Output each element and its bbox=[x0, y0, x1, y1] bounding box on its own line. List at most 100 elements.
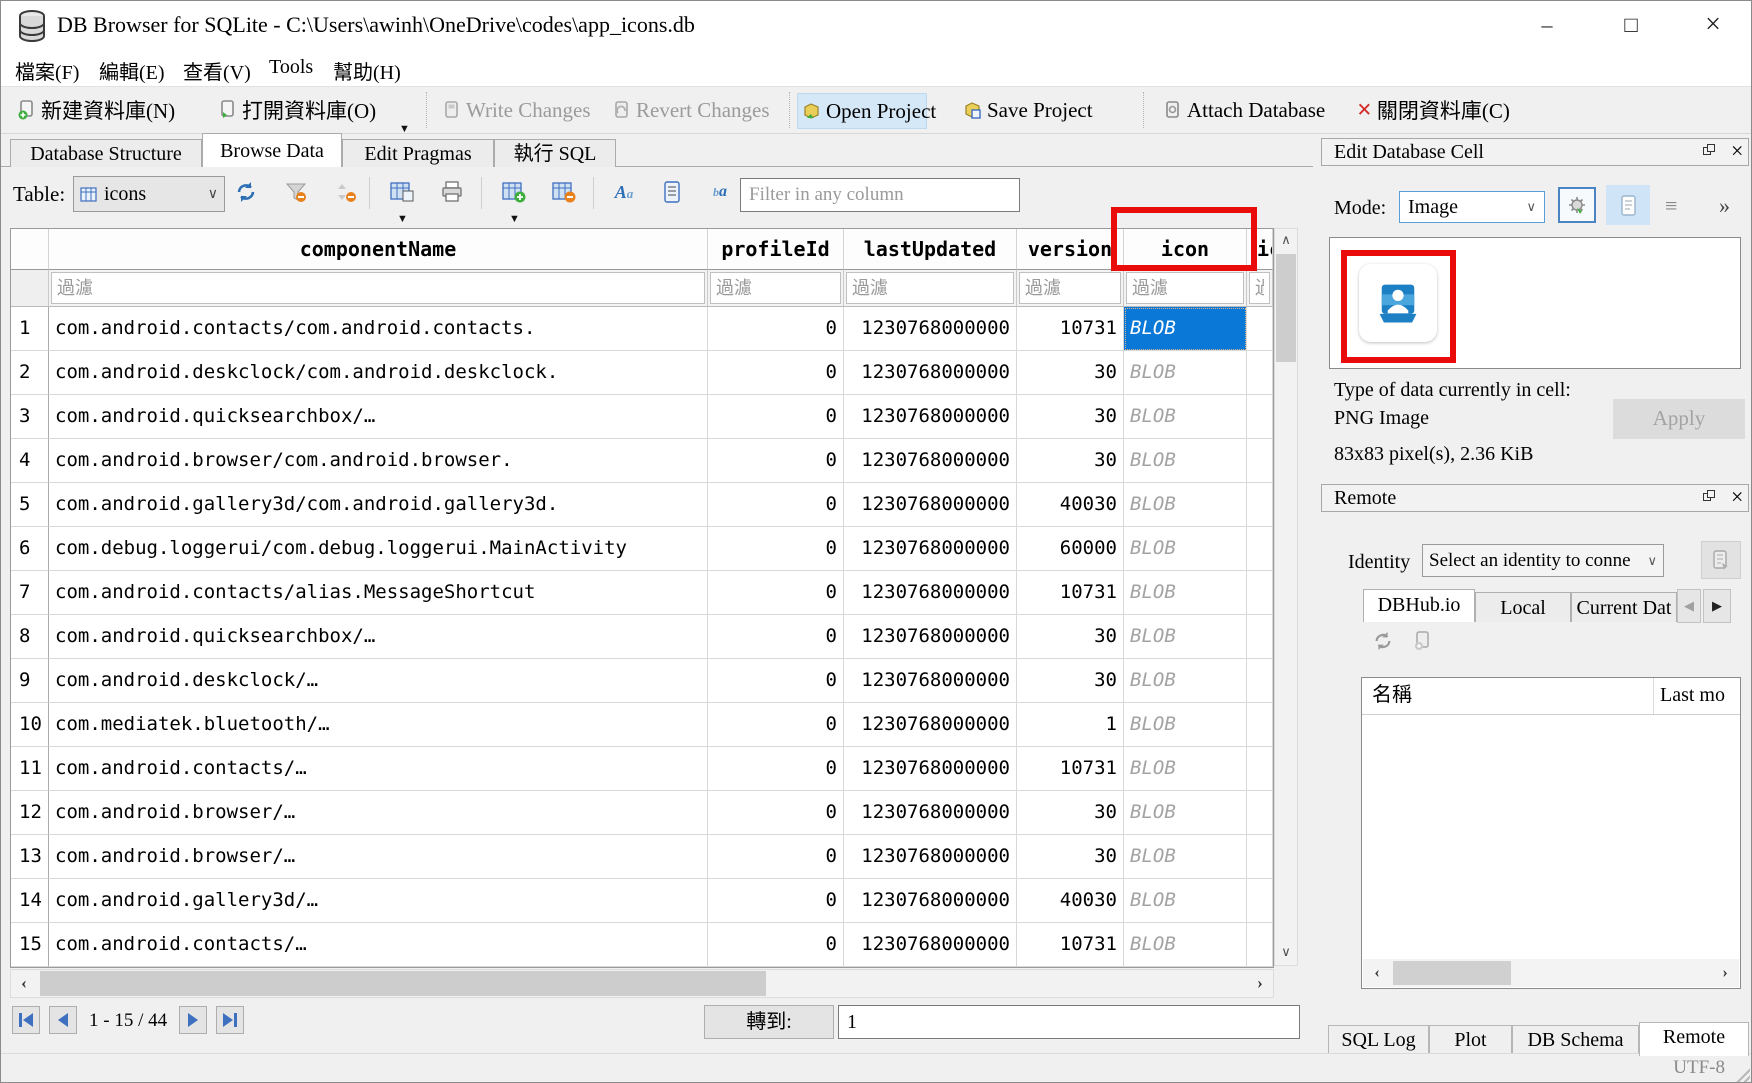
cell-profileId[interactable]: 0 bbox=[708, 527, 844, 571]
cell-profileId[interactable]: 0 bbox=[708, 923, 844, 967]
cell-profileId[interactable]: 0 bbox=[708, 835, 844, 879]
filter-profileId[interactable] bbox=[710, 272, 841, 304]
cell-lastUpdated[interactable]: 1230768000000 bbox=[844, 527, 1017, 571]
cell-profileId[interactable]: 0 bbox=[708, 659, 844, 703]
cell-icon[interactable]: BLOB bbox=[1124, 351, 1247, 395]
save-table-dropdown-icon[interactable]: ▼ bbox=[397, 213, 408, 225]
row-number[interactable]: 13 bbox=[11, 835, 49, 879]
cell-version[interactable]: 30 bbox=[1017, 395, 1124, 439]
scroll-left-icon[interactable]: ‹ bbox=[1365, 960, 1389, 986]
identity-cert-button[interactable] bbox=[1701, 541, 1741, 579]
cell-lastUpdated[interactable]: 1230768000000 bbox=[844, 483, 1017, 527]
cell-componentName[interactable]: com.android.contacts/… bbox=[49, 923, 708, 967]
goto-button[interactable]: 轉到: bbox=[704, 1005, 834, 1039]
scroll-left-icon[interactable]: ‹ bbox=[11, 970, 37, 997]
dock-tab-remote[interactable]: Remote bbox=[1639, 1022, 1749, 1056]
cell-profileId[interactable]: 0 bbox=[708, 791, 844, 835]
cell-ic-partial[interactable] bbox=[1247, 527, 1273, 571]
maximize-icon[interactable]: □ bbox=[1599, 1, 1663, 51]
row-number[interactable]: 14 bbox=[11, 879, 49, 923]
cell-componentName[interactable]: com.android.contacts/alias.MessageShortc… bbox=[49, 571, 708, 615]
cell-profileId[interactable]: 0 bbox=[708, 439, 844, 483]
word-wrap-icon[interactable]: ≡ bbox=[1665, 193, 1675, 219]
table-select[interactable]: icons ∨ bbox=[73, 176, 225, 212]
mode-select[interactable]: Image ∨ bbox=[1399, 191, 1545, 223]
scroll-right-icon[interactable]: › bbox=[1247, 970, 1273, 997]
cell-version[interactable]: 10731 bbox=[1017, 923, 1124, 967]
cell-profileId[interactable]: 0 bbox=[708, 571, 844, 615]
row-number[interactable]: 12 bbox=[11, 791, 49, 835]
header-lastUpdated[interactable]: lastUpdated bbox=[844, 229, 1017, 270]
cell-ic-partial[interactable] bbox=[1247, 307, 1273, 351]
remote-clone-db-icon[interactable] bbox=[1413, 631, 1433, 651]
cell-lastUpdated[interactable]: 1230768000000 bbox=[844, 307, 1017, 351]
filter-componentName[interactable] bbox=[51, 272, 705, 304]
cell-ic-partial[interactable] bbox=[1247, 351, 1273, 395]
remote-list-scrollbar-thumb[interactable] bbox=[1393, 961, 1511, 985]
filter-any-column-input[interactable] bbox=[740, 178, 1020, 212]
cell-ic-partial[interactable] bbox=[1247, 395, 1273, 439]
cell-profileId[interactable]: 0 bbox=[708, 483, 844, 527]
float-panel-icon[interactable] bbox=[1703, 489, 1715, 507]
horizontal-scrollbar-thumb[interactable] bbox=[40, 971, 766, 996]
cell-componentName[interactable]: com.android.deskclock/… bbox=[49, 659, 708, 703]
cell-lastUpdated[interactable]: 1230768000000 bbox=[844, 791, 1017, 835]
identity-select[interactable]: Select an identity to conne ∨ bbox=[1422, 544, 1664, 577]
cell-ic-partial[interactable] bbox=[1247, 483, 1273, 527]
open-database-button[interactable]: 打開資料庫(O) bbox=[214, 93, 380, 127]
cell-version[interactable]: 10731 bbox=[1017, 307, 1124, 351]
cell-icon[interactable]: BLOB bbox=[1124, 615, 1247, 659]
cell-icon[interactable]: BLOB bbox=[1124, 923, 1247, 967]
cell-version[interactable]: 10731 bbox=[1017, 747, 1124, 791]
remote-list-scrollbar[interactable]: ‹ › bbox=[1363, 959, 1739, 987]
cell-icon[interactable]: BLOB bbox=[1124, 703, 1247, 747]
cell-lastUpdated[interactable]: 1230768000000 bbox=[844, 703, 1017, 747]
prev-page-button[interactable] bbox=[49, 1006, 77, 1034]
cell-version[interactable]: 1 bbox=[1017, 703, 1124, 747]
row-number[interactable]: 8 bbox=[11, 615, 49, 659]
save-table-icon[interactable] bbox=[389, 179, 415, 205]
sort-az-icon[interactable]: Aa bbox=[611, 179, 637, 205]
cell-lastUpdated[interactable]: 1230768000000 bbox=[844, 659, 1017, 703]
cell-profileId[interactable]: 0 bbox=[708, 747, 844, 791]
row-number[interactable]: 1 bbox=[11, 307, 49, 351]
cell-componentName[interactable]: com.android.quicksearchbox/… bbox=[49, 395, 708, 439]
cell-ic-partial[interactable] bbox=[1247, 659, 1273, 703]
cell-lastUpdated[interactable]: 1230768000000 bbox=[844, 923, 1017, 967]
menu-edit[interactable]: 編輯(E) bbox=[93, 54, 171, 87]
vertical-scrollbar-thumb[interactable] bbox=[1276, 254, 1296, 362]
row-number[interactable]: 3 bbox=[11, 395, 49, 439]
refresh-icon[interactable] bbox=[233, 179, 259, 205]
remote-tab-local[interactable]: Local bbox=[1475, 592, 1571, 622]
revert-changes-button[interactable]: Revert Changes bbox=[608, 93, 774, 127]
row-number[interactable]: 10 bbox=[11, 703, 49, 747]
cell-version[interactable]: 30 bbox=[1017, 615, 1124, 659]
filter-version[interactable] bbox=[1019, 272, 1121, 304]
first-page-button[interactable] bbox=[12, 1006, 40, 1034]
cell-icon[interactable]: BLOB bbox=[1124, 879, 1247, 923]
text-mode-button[interactable] bbox=[1606, 185, 1650, 225]
cell-ic-partial[interactable] bbox=[1247, 571, 1273, 615]
menu-help[interactable]: 幫助(H) bbox=[327, 54, 407, 87]
filter-ic-partial[interactable] bbox=[1249, 272, 1270, 304]
horizontal-scrollbar[interactable]: ‹ › bbox=[10, 969, 1274, 998]
cell-version[interactable]: 30 bbox=[1017, 791, 1124, 835]
cell-componentName[interactable]: com.debug.loggerui/com.debug.loggerui.Ma… bbox=[49, 527, 708, 571]
tab-edit-pragmas[interactable]: Edit Pragmas bbox=[342, 139, 494, 167]
cell-lastUpdated[interactable]: 1230768000000 bbox=[844, 571, 1017, 615]
cell-ic-partial[interactable] bbox=[1247, 923, 1273, 967]
remote-list-header-lastmodified[interactable]: Last mo bbox=[1654, 678, 1740, 714]
cell-icon[interactable]: BLOB bbox=[1124, 659, 1247, 703]
encoding-status[interactable]: UTF-8 bbox=[1673, 1057, 1725, 1079]
cell-ic-partial[interactable] bbox=[1247, 439, 1273, 483]
row-number[interactable]: 2 bbox=[11, 351, 49, 395]
cell-profileId[interactable]: 0 bbox=[708, 307, 844, 351]
vertical-scrollbar[interactable]: ∧ ∨ bbox=[1274, 228, 1298, 966]
scroll-up-icon[interactable]: ∧ bbox=[1275, 229, 1297, 253]
close-database-button[interactable]: × 關閉資料庫(C) bbox=[1353, 93, 1514, 127]
scroll-right-icon[interactable]: › bbox=[1713, 960, 1737, 986]
cell-version[interactable]: 40030 bbox=[1017, 879, 1124, 923]
tab-database-structure[interactable]: Database Structure bbox=[10, 139, 202, 167]
remote-list-header-name[interactable]: 名稱 bbox=[1362, 678, 1654, 714]
remote-tab-dbhub[interactable]: DBHub.io bbox=[1363, 589, 1475, 622]
